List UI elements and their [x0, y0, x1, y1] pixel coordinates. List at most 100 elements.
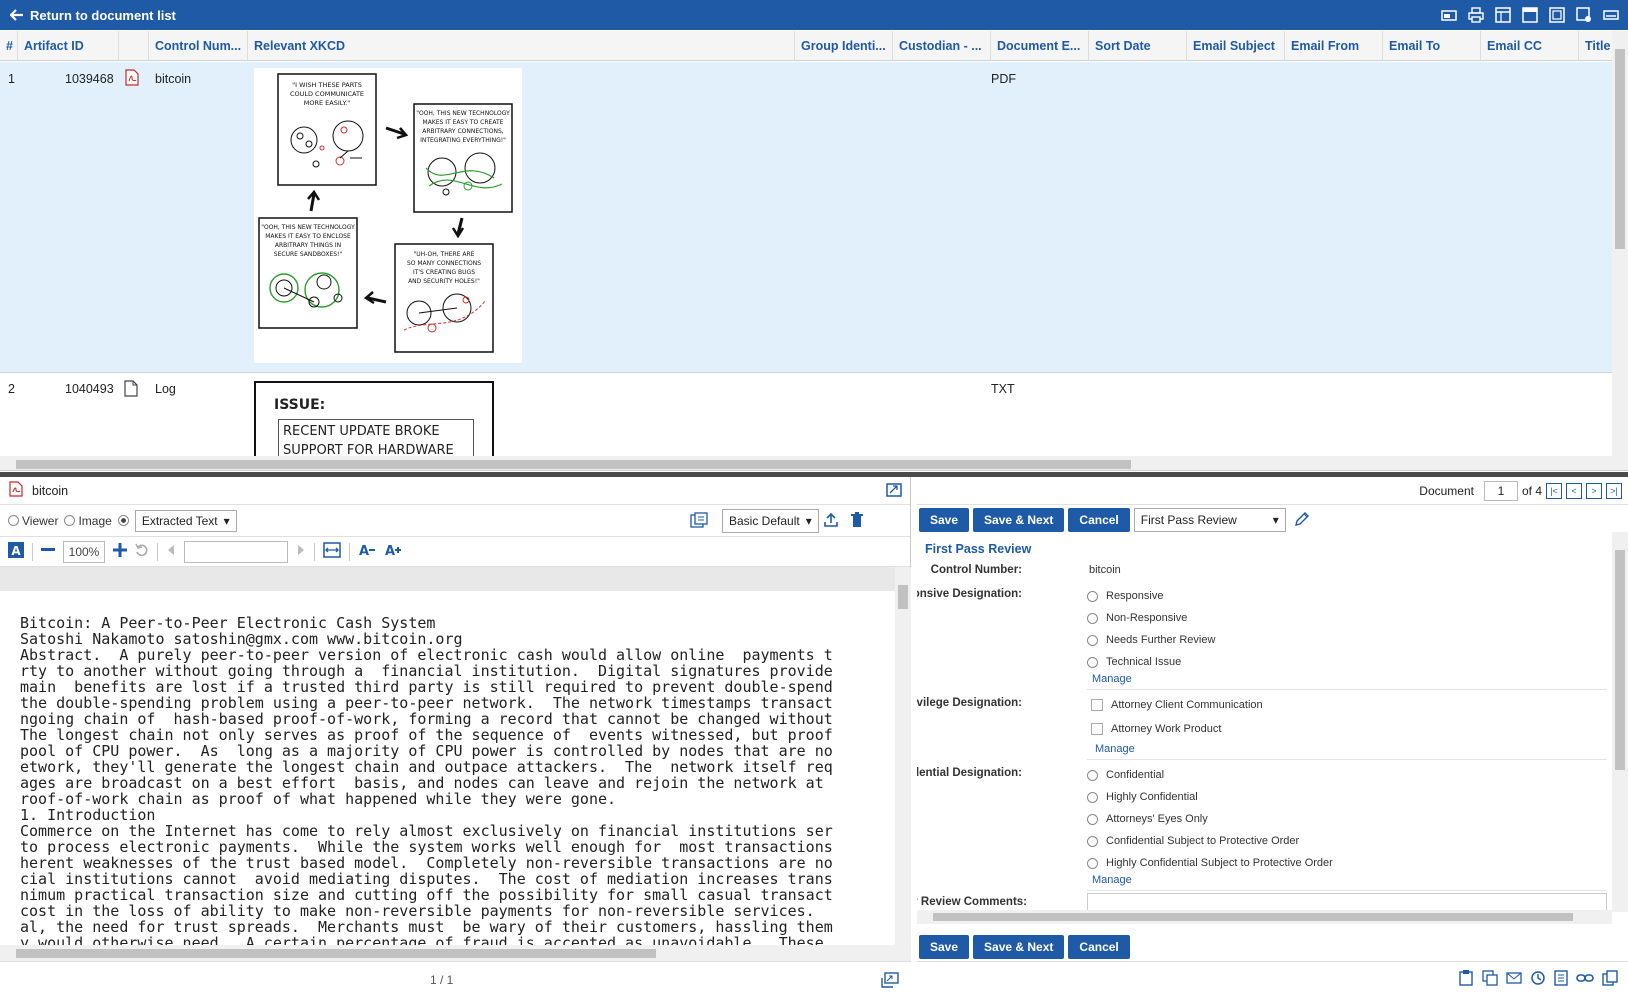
- column-email-to[interactable]: Email To: [1383, 31, 1481, 61]
- zoom-out-icon[interactable]: [41, 543, 55, 560]
- column-email-from[interactable]: Email From: [1285, 31, 1383, 61]
- attorney-work-product-option[interactable]: Attorney Work Product: [1091, 723, 1221, 735]
- extracted-text-area[interactable]: Bitcoin: A Peer-to-Peer Electronic Cash …: [0, 591, 895, 961]
- column-relevant-xkcd[interactable]: Relevant XKCD: [248, 31, 795, 61]
- save-button[interactable]: Save: [919, 935, 970, 959]
- dock-viewer-icon[interactable]: [881, 972, 899, 991]
- layout-icon[interactable]: [1494, 6, 1512, 24]
- text-mode-select[interactable]: Extracted Text ▾: [134, 509, 237, 532]
- manage-responsive-link[interactable]: Manage: [1092, 673, 1132, 685]
- radio-button[interactable]: [1087, 791, 1098, 803]
- radio-button[interactable]: [1087, 835, 1098, 847]
- manage-privilege-link[interactable]: Manage: [1095, 743, 1135, 755]
- column-artifact-id[interactable]: Artifact ID: [18, 31, 119, 61]
- radio-button[interactable]: [1087, 634, 1098, 646]
- upload-icon[interactable]: [823, 512, 839, 531]
- settings-icon[interactable]: [1575, 6, 1593, 24]
- scroll-thumb[interactable]: [16, 460, 1131, 469]
- scroll-thumb[interactable]: [898, 585, 908, 609]
- cancel-button[interactable]: Cancel: [1068, 935, 1130, 959]
- scroll-thumb[interactable]: [1615, 550, 1625, 770]
- highly-confidential-option[interactable]: Highly Confidential: [1087, 791, 1198, 803]
- first-document-button[interactable]: |<: [1546, 482, 1562, 499]
- radio-button[interactable]: [1087, 590, 1098, 602]
- checkbox[interactable]: [1091, 723, 1103, 735]
- extracted-text-mode-radio[interactable]: [117, 515, 129, 526]
- image-mode-radio[interactable]: [64, 515, 76, 526]
- column-sort-date[interactable]: Sort Date: [1089, 31, 1187, 61]
- document-icon[interactable]: [1554, 970, 1568, 989]
- panel-icon[interactable]: [1548, 6, 1566, 24]
- rotate-icon[interactable]: [135, 543, 149, 560]
- confidential-protective-order-option[interactable]: Confidential Subject to Protective Order: [1087, 835, 1299, 847]
- edit-layout-icon[interactable]: [1294, 511, 1310, 530]
- next-page-icon[interactable]: [296, 544, 306, 559]
- history-icon[interactable]: [1530, 970, 1546, 989]
- attorney-client-option[interactable]: Attorney Client Communication: [1091, 699, 1263, 711]
- radio-button[interactable]: [1087, 857, 1098, 869]
- column-group-identifier[interactable]: Group Identi...: [795, 31, 893, 61]
- document-number-input[interactable]: 1: [1483, 480, 1518, 501]
- zoom-in-icon[interactable]: [113, 543, 127, 560]
- cancel-button[interactable]: Cancel: [1068, 508, 1130, 532]
- scroll-thumb[interactable]: [933, 913, 1573, 921]
- attorneys-eyes-only-option[interactable]: Attorneys' Eyes Only: [1087, 813, 1208, 825]
- column-document-extension[interactable]: Document E...: [991, 31, 1089, 61]
- related-items-icon[interactable]: [1482, 970, 1498, 989]
- next-document-button[interactable]: >: [1586, 482, 1602, 499]
- confidential-option[interactable]: Confidential: [1087, 769, 1164, 781]
- profile-select[interactable]: Basic Default ▾: [722, 509, 819, 533]
- scroll-thumb[interactable]: [16, 949, 656, 958]
- column-email-subject[interactable]: Email Subject: [1187, 31, 1285, 61]
- popout-viewer-icon[interactable]: [886, 483, 902, 500]
- highly-confidential-protective-order-option[interactable]: Highly Confidential Subject to Protectiv…: [1087, 857, 1333, 869]
- window-icon[interactable]: [1521, 6, 1539, 24]
- scroll-thumb[interactable]: [1615, 49, 1625, 249]
- previous-document-button[interactable]: <: [1566, 482, 1582, 499]
- fit-width-icon[interactable]: [323, 542, 341, 561]
- coding-horizontal-scrollbar[interactable]: [917, 910, 1612, 924]
- text-highlight-icon[interactable]: A: [8, 542, 24, 561]
- column-email-cc[interactable]: Email CC: [1481, 31, 1579, 61]
- checkbox[interactable]: [1091, 699, 1103, 711]
- last-document-button[interactable]: >|: [1606, 482, 1622, 499]
- viewer-mode-radio[interactable]: [8, 515, 19, 526]
- markup-set-icon[interactable]: [690, 512, 708, 531]
- responsive-option[interactable]: Responsive: [1087, 590, 1163, 602]
- minimize-icon[interactable]: [1602, 6, 1620, 24]
- text-horizontal-scrollbar[interactable]: [0, 945, 895, 961]
- layout-select[interactable]: First Pass Review ▾: [1133, 508, 1286, 532]
- print-icon[interactable]: [1467, 6, 1485, 24]
- grid-vertical-scrollbar[interactable]: [1612, 31, 1628, 470]
- copy-icon[interactable]: [1602, 970, 1618, 989]
- radio-button[interactable]: [1087, 612, 1098, 624]
- manage-confidential-link[interactable]: Manage: [1092, 874, 1132, 886]
- decrease-font-icon[interactable]: A: [358, 543, 376, 560]
- table-row[interactable]: 1 1039468 bitcoin PDF "I WISH THESE PART…: [0, 62, 1612, 373]
- needs-further-review-option[interactable]: Needs Further Review: [1087, 634, 1215, 646]
- delete-icon[interactable]: [850, 512, 864, 531]
- technical-issue-option[interactable]: Technical Issue: [1087, 656, 1181, 668]
- previous-page-icon[interactable]: [166, 544, 176, 559]
- text-vertical-scrollbar[interactable]: [895, 567, 911, 961]
- attorney-review-comments-field[interactable]: [1087, 893, 1607, 910]
- clipboard-icon[interactable]: [1458, 970, 1474, 989]
- non-responsive-option[interactable]: Non-Responsive: [1087, 612, 1187, 624]
- link-icon[interactable]: [1576, 972, 1594, 987]
- save-and-next-button[interactable]: Save & Next: [973, 508, 1065, 532]
- zoom-level-input[interactable]: 100%: [63, 540, 105, 563]
- column-number[interactable]: #: [0, 31, 18, 61]
- increase-font-icon[interactable]: A: [384, 543, 402, 560]
- page-number-input[interactable]: [184, 540, 288, 563]
- save-and-next-button[interactable]: Save & Next: [973, 935, 1065, 959]
- coding-vertical-scrollbar[interactable]: [1612, 532, 1628, 912]
- column-control-number[interactable]: Control Num...: [149, 31, 248, 61]
- email-thread-icon[interactable]: [1506, 970, 1522, 989]
- return-to-document-list-button[interactable]: Return to document list: [0, 8, 176, 23]
- grid-horizontal-scrollbar[interactable]: [0, 456, 1612, 470]
- save-button[interactable]: Save: [919, 508, 970, 532]
- radio-button[interactable]: [1087, 813, 1098, 825]
- workspace-icon[interactable]: [1440, 6, 1458, 24]
- radio-button[interactable]: [1087, 656, 1098, 668]
- column-file-icon[interactable]: [119, 31, 149, 61]
